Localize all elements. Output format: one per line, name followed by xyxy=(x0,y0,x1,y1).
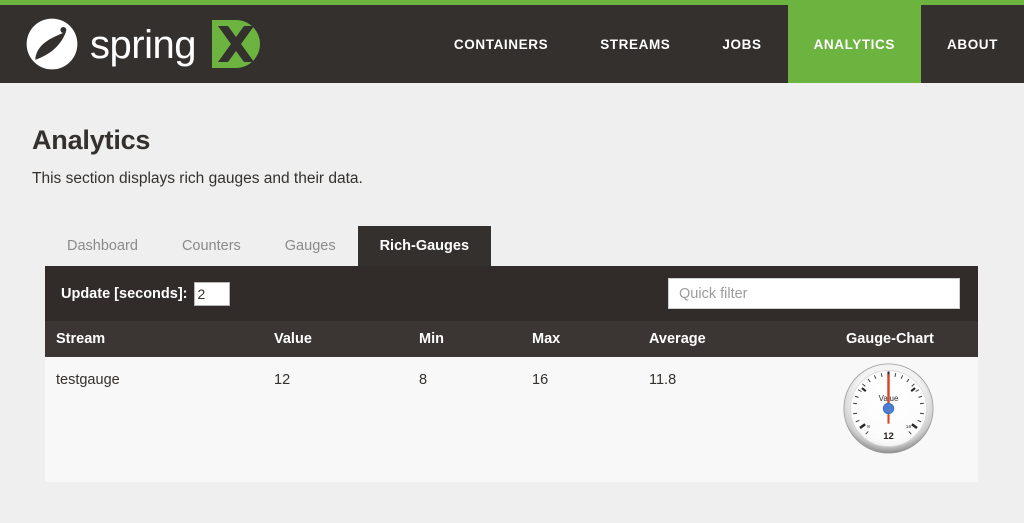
brand-wordmark: spring xyxy=(90,23,196,67)
nav-item-jobs[interactable]: JOBS xyxy=(696,5,787,83)
page-title: Analytics xyxy=(32,125,151,155)
table-body: testgauge 12 8 16 11.8 8 16 12 xyxy=(45,357,978,517)
tab-gauges[interactable]: Gauges xyxy=(263,226,358,266)
gauge-min-label: 8 xyxy=(867,424,870,430)
tab-bar: Dashboard Counters Gauges Rich-Gauges xyxy=(32,226,992,267)
gauge-value-readout: 12 xyxy=(883,431,894,442)
column-header-min[interactable]: Min xyxy=(419,321,532,357)
spring-leaf-icon xyxy=(24,16,80,72)
nav-item-streams[interactable]: STREAMS xyxy=(574,5,696,83)
nav-item-about[interactable]: ABOUT xyxy=(921,5,1024,83)
cell-min: 8 xyxy=(419,372,428,389)
tab-counters[interactable]: Counters xyxy=(160,226,263,266)
table-header-row: Stream Value Min Max Average Gauge-Chart xyxy=(45,321,978,358)
main-navbar: spring CONTAINERS STREAMS JOBS ANALYTICS… xyxy=(0,5,1024,83)
cell-max: 16 xyxy=(532,372,549,389)
column-header-value[interactable]: Value xyxy=(274,321,419,357)
column-header-stream[interactable]: Stream xyxy=(45,321,274,357)
column-header-max[interactable]: Max xyxy=(532,321,649,357)
column-header-average[interactable]: Average xyxy=(649,321,846,357)
gauge-max-label: 16 xyxy=(906,424,912,430)
cell-value: 12 xyxy=(274,372,291,389)
brand-logo[interactable]: spring xyxy=(0,5,262,83)
page-content: Analytics This section displays rich gau… xyxy=(0,83,1024,483)
gauge-hub xyxy=(882,403,895,415)
column-header-gauge-chart[interactable]: Gauge-Chart xyxy=(846,321,978,357)
update-interval-input[interactable] xyxy=(193,281,230,306)
cell-average: 11.8 xyxy=(649,372,677,389)
rich-gauges-table: Stream Value Min Max Average Gauge-Chart… xyxy=(45,321,978,517)
cell-stream: testgauge xyxy=(56,372,120,389)
nav-item-containers[interactable]: CONTAINERS xyxy=(428,5,574,83)
navbar-links: CONTAINERS STREAMS JOBS ANALYTICS ABOUT xyxy=(428,5,1024,83)
quick-filter-input[interactable] xyxy=(668,278,960,310)
xd-badge-icon xyxy=(206,18,262,70)
table-header: Stream Value Min Max Average Gauge-Chart xyxy=(45,321,978,358)
rich-gauges-panel: Update [seconds]: Stream Value Min Max A… xyxy=(45,266,978,483)
tab-rich-gauges[interactable]: Rich-Gauges xyxy=(357,226,492,267)
panel-toolbar: Update [seconds]: xyxy=(45,266,978,322)
nav-item-analytics[interactable]: ANALYTICS xyxy=(787,5,921,83)
tab-dashboard[interactable]: Dashboard xyxy=(45,226,160,266)
page-description: This section displays rich gauges and th… xyxy=(32,170,363,187)
table-row[interactable]: testgauge 12 8 16 11.8 8 16 12 xyxy=(45,357,978,517)
gauge-chart: 8 16 Value xyxy=(841,361,936,456)
cell-gauge-chart: 8 16 Value xyxy=(843,357,978,517)
update-interval-label: Update [seconds]: xyxy=(61,285,188,302)
